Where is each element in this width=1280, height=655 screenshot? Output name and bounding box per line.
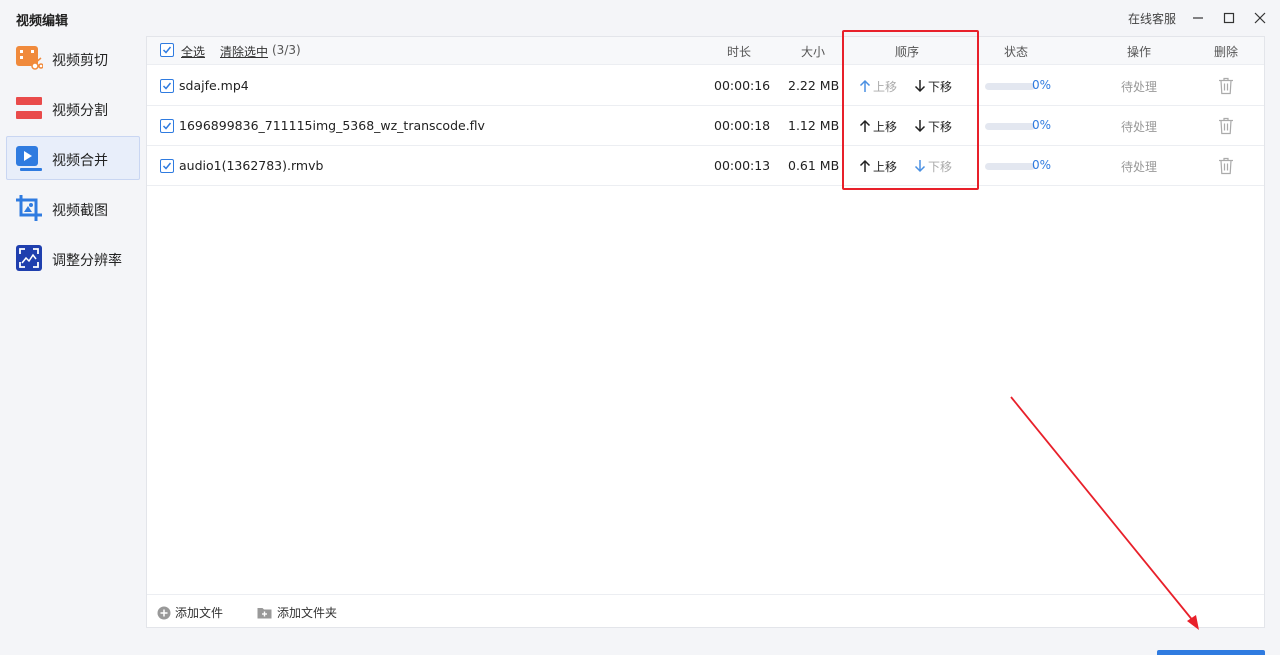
sidebar-item-split[interactable]: 视频分割 — [6, 86, 140, 130]
row-checkbox[interactable] — [160, 119, 174, 133]
file-list-panel: 全选 清除选中 (3/3) 时长 大小 顺序 状态 操作 删除 sdajfe.m… — [146, 36, 1265, 628]
add-file-button[interactable]: 添加文件 — [157, 604, 223, 621]
merge-icon — [16, 146, 42, 171]
status-text: 待处理 — [1121, 160, 1158, 174]
add-file-label: 添加文件 — [175, 606, 224, 620]
check-icon — [162, 46, 172, 54]
column-duration: 时长 — [727, 45, 752, 59]
app-title: 视频编辑 — [16, 14, 69, 29]
file-size: 2.22 MB — [788, 78, 840, 93]
panel-footer: 添加文件 添加文件夹 — [147, 594, 1264, 627]
maximize-icon — [1223, 12, 1235, 24]
table-header: 全选 清除选中 (3/3) 时长 大小 顺序 状态 操作 删除 — [147, 37, 1264, 65]
check-icon — [162, 162, 172, 170]
row-checkbox[interactable] — [160, 79, 174, 93]
customer-service-link[interactable]: 在线客服 — [1128, 10, 1176, 27]
column-size: 大小 — [801, 45, 826, 59]
sidebar-item-label: 调整分辨率 — [52, 253, 122, 269]
file-name: sdajfe.mp4 — [179, 78, 249, 93]
file-duration: 00:00:18 — [714, 118, 771, 133]
table-row[interactable]: audio1(1362783).rmvb 00:00:13 0.61 MB 上移… — [147, 146, 1264, 186]
split-icon — [16, 97, 42, 119]
file-duration: 00:00:13 — [714, 158, 771, 173]
sidebar-item-merge[interactable]: 视频合并 — [6, 136, 140, 180]
check-icon — [162, 122, 172, 130]
select-all-link[interactable]: 全选 — [181, 43, 205, 60]
add-folder-button[interactable]: 添加文件夹 — [257, 604, 337, 621]
column-delete: 删除 — [1214, 45, 1239, 59]
sidebar-item-resolution[interactable]: 调整分辨率 — [6, 236, 140, 280]
progress-bar — [985, 83, 1035, 90]
sidebar: 视频剪切 视频分割 视频合并 视频截图 调整分辨率 — [0, 36, 146, 655]
scissors-video-icon — [16, 46, 43, 70]
file-duration: 00:00:16 — [714, 78, 771, 93]
maximize-button[interactable] — [1219, 8, 1239, 28]
progress-percent: 0% — [1032, 118, 1052, 132]
close-icon — [1254, 12, 1266, 24]
minimize-button[interactable] — [1188, 8, 1208, 28]
resolution-icon — [16, 245, 42, 271]
table-row[interactable]: 1696899836_711115img_5368_wz_transcode.f… — [147, 106, 1264, 146]
sidebar-item-label: 视频分割 — [52, 103, 108, 119]
file-size: 1.12 MB — [788, 118, 840, 133]
clear-selection-link[interactable]: 清除选中 — [220, 43, 268, 60]
status-text: 待处理 — [1121, 120, 1158, 134]
minimize-icon — [1193, 17, 1203, 19]
status-text: 待处理 — [1121, 80, 1158, 94]
plus-circle-icon — [157, 606, 171, 619]
close-button[interactable] — [1250, 8, 1270, 28]
file-name: 1696899836_711115img_5368_wz_transcode.f… — [179, 118, 485, 133]
sidebar-item-label: 视频截图 — [52, 203, 108, 219]
table-row[interactable]: sdajfe.mp4 00:00:16 2.22 MB 上移 下移 0% 待处理 — [147, 66, 1264, 106]
progress-percent: 0% — [1032, 78, 1052, 92]
add-folder-label: 添加文件夹 — [277, 606, 338, 620]
trash-icon[interactable] — [1218, 157, 1234, 175]
row-checkbox[interactable] — [160, 159, 174, 173]
folder-plus-icon — [257, 608, 272, 619]
file-size: 0.61 MB — [788, 158, 840, 173]
sidebar-item-screenshot[interactable]: 视频截图 — [6, 186, 140, 230]
progress-bar — [985, 163, 1035, 170]
column-action: 操作 — [1127, 45, 1152, 59]
progress-percent: 0% — [1032, 158, 1052, 172]
merge-start-button[interactable] — [1157, 650, 1265, 655]
check-icon — [162, 82, 172, 90]
selection-count: (3/3) — [272, 43, 301, 57]
sidebar-item-label: 视频合并 — [52, 153, 108, 169]
select-all-checkbox[interactable] — [160, 43, 174, 57]
column-status: 状态 — [1004, 45, 1029, 59]
sidebar-item-label: 视频剪切 — [52, 53, 108, 69]
highlight-box — [842, 30, 979, 190]
sidebar-item-cut[interactable]: 视频剪切 — [6, 36, 140, 80]
crop-screenshot-icon — [16, 195, 42, 221]
trash-icon[interactable] — [1218, 77, 1234, 95]
title-bar: 视频编辑 在线客服 — [0, 0, 1280, 36]
progress-bar — [985, 123, 1035, 130]
trash-icon[interactable] — [1218, 117, 1234, 135]
file-name: audio1(1362783).rmvb — [179, 158, 324, 173]
